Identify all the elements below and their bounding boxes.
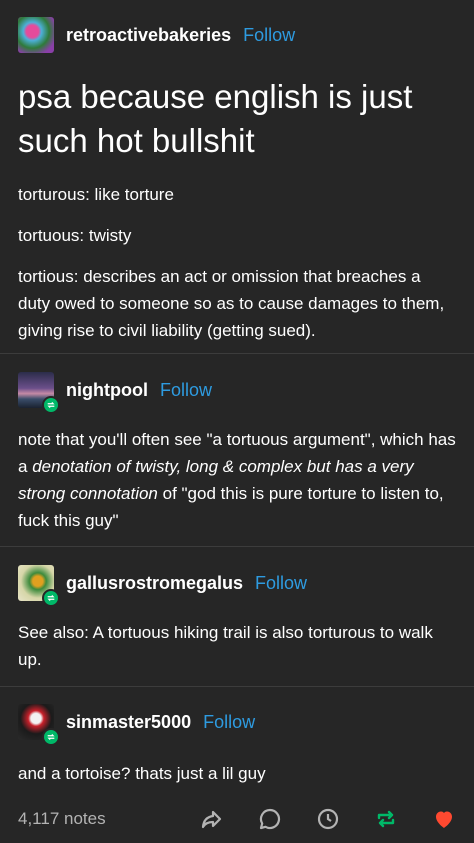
op-username[interactable]: retroactivebakeries [66, 25, 231, 46]
reblog-text: See also: A tortuous hiking trail is als… [18, 623, 433, 669]
op-paragraph: tortuous: twisty [18, 226, 132, 245]
post-actions [200, 807, 456, 831]
reblog-badge-icon [42, 396, 60, 414]
reblog-text: note that you'll often see "a tortuous a… [18, 426, 456, 534]
reblog-username[interactable]: gallusrostromegalus [66, 573, 243, 594]
follow-button[interactable]: Follow [255, 573, 307, 594]
reblog-block: gallusrostromegalus Follow See also: A t… [0, 565, 474, 673]
divider [0, 546, 474, 547]
post-footer: 4,117 notes [0, 795, 474, 843]
notes-count[interactable]: 4,117 notes [18, 809, 106, 829]
reblog-header: gallusrostromegalus Follow [18, 565, 456, 607]
divider [0, 686, 474, 687]
post-title: psa because english is just such hot bul… [18, 78, 413, 159]
reblog-badge-icon [42, 589, 60, 607]
op-header: retroactivebakeries Follow [18, 17, 456, 53]
reblog-header: nightpool Follow [18, 372, 456, 414]
divider [0, 353, 474, 354]
reblog-username[interactable]: sinmaster5000 [66, 712, 191, 733]
reblog-block: sinmaster5000 Follow and a tortoise? tha… [0, 704, 474, 787]
reblog-text: and a tortoise? thats just a lil guy [18, 764, 266, 783]
avatar[interactable] [18, 17, 54, 53]
like-icon[interactable] [432, 807, 456, 831]
avatar[interactable] [18, 372, 60, 414]
tumblr-post: retroactivebakeries Follow psa because e… [0, 0, 474, 843]
op-paragraph: torturous: like torture [18, 185, 174, 204]
reblog-icon[interactable] [374, 807, 398, 831]
share-icon[interactable] [200, 807, 224, 831]
reblog-badge-icon [42, 728, 60, 746]
reblog-header: sinmaster5000 Follow [18, 704, 456, 746]
follow-button[interactable]: Follow [203, 712, 255, 733]
op-block: retroactivebakeries Follow psa because e… [0, 17, 474, 344]
follow-button[interactable]: Follow [160, 380, 212, 401]
reblog-username[interactable]: nightpool [66, 380, 148, 401]
reblog-block: nightpool Follow note that you'll often … [0, 372, 474, 534]
reply-icon[interactable] [258, 807, 282, 831]
follow-button[interactable]: Follow [243, 25, 295, 46]
avatar[interactable] [18, 565, 60, 607]
history-icon[interactable] [316, 807, 340, 831]
avatar[interactable] [18, 704, 60, 746]
op-paragraph: tortious: describes an act or omission t… [18, 267, 445, 340]
